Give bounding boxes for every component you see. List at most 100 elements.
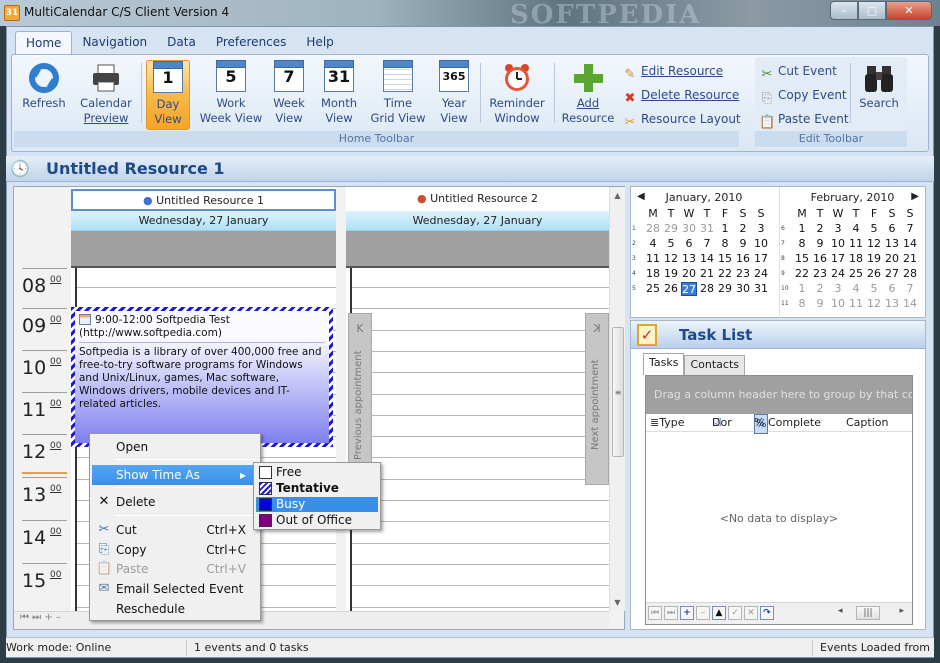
calendar-day[interactable]: 9 bbox=[735, 237, 751, 251]
calendar-day[interactable]: 15 bbox=[717, 252, 733, 266]
minimize-button[interactable]: – bbox=[830, 1, 858, 20]
time-slot[interactable] bbox=[352, 268, 609, 288]
calendar-day[interactable]: 9 bbox=[812, 237, 828, 251]
copy-event-button[interactable]: ⎘ Copy Event bbox=[759, 84, 847, 106]
calendar-day[interactable]: 31 bbox=[699, 222, 715, 236]
time-slot[interactable] bbox=[352, 566, 609, 587]
calendar-day[interactable]: 29 bbox=[717, 282, 733, 296]
menu-item-cut[interactable]: ✂ Cut Ctrl+X bbox=[92, 520, 258, 540]
previous-appointment-button[interactable]: K Previous appointment bbox=[348, 313, 372, 485]
navigator-buttons[interactable]: ⏮ ⏭ + – bbox=[20, 612, 61, 623]
add-resource-button[interactable]: Add Resource bbox=[560, 60, 616, 130]
last-record-button[interactable]: ⏭ bbox=[664, 606, 678, 620]
cut-event-button[interactable]: ✂ Cut Event bbox=[759, 60, 837, 82]
time-slot[interactable] bbox=[352, 396, 609, 416]
edit-resource-button[interactable]: ✎ Edit Resource bbox=[622, 60, 724, 82]
calendar-day[interactable]: 25 bbox=[848, 267, 864, 281]
menu-item-copy[interactable]: ⎘ Copy Ctrl+C bbox=[92, 540, 258, 560]
search-button[interactable]: Search bbox=[855, 60, 903, 130]
calendar-day[interactable]: 23 bbox=[735, 267, 751, 281]
calendar-day[interactable]: 3 bbox=[753, 222, 769, 236]
calendar-day[interactable]: 5 bbox=[866, 282, 882, 296]
calendar-day[interactable]: 12 bbox=[866, 237, 882, 251]
time-slot[interactable] bbox=[352, 311, 609, 331]
prev-month-button[interactable]: ◀ bbox=[637, 191, 645, 202]
first-record-button[interactable]: ⏮ bbox=[648, 606, 662, 620]
calendar-day[interactable]: 2 bbox=[812, 222, 828, 236]
month-view-button[interactable]: 31 Month View bbox=[316, 60, 362, 130]
calendar-day[interactable]: 29 bbox=[663, 222, 679, 236]
edit-record-button[interactable]: ▲ bbox=[712, 606, 726, 620]
calendar-day[interactable]: 16 bbox=[735, 252, 751, 266]
calendar-day[interactable]: 22 bbox=[717, 267, 733, 281]
appointment[interactable]: 9:00-12:00 Softpedia Test (http://www.sof… bbox=[71, 307, 333, 447]
calendar-day[interactable]: 26 bbox=[663, 282, 679, 296]
calendar-day[interactable]: 19 bbox=[866, 252, 882, 266]
scroll-thumb[interactable]: ≡ bbox=[612, 327, 624, 457]
calendar-day[interactable]: 18 bbox=[848, 252, 864, 266]
all-day-area-2[interactable] bbox=[346, 231, 609, 268]
delete-resource-button[interactable]: ✖ Delete Resource bbox=[622, 84, 740, 106]
time-slot[interactable] bbox=[352, 460, 609, 480]
next-month-button[interactable]: ▶ bbox=[911, 191, 919, 202]
calendar-day[interactable]: 20 bbox=[681, 267, 697, 281]
calendar-day[interactable]: 31 bbox=[753, 282, 769, 296]
calendar-day[interactable]: 6 bbox=[884, 222, 900, 236]
resource-header-2[interactable]: ● Untitled Resource 2 bbox=[346, 189, 609, 211]
refresh-records-button[interactable]: ↷ bbox=[760, 606, 774, 620]
calendar-day[interactable]: 18 bbox=[645, 267, 661, 281]
time-slot[interactable] bbox=[352, 588, 609, 608]
tab-tasks[interactable]: Tasks bbox=[643, 353, 685, 375]
calendar-day[interactable]: 5 bbox=[663, 237, 679, 251]
calendar-day[interactable]: 6 bbox=[681, 237, 697, 251]
submenu-item-free[interactable]: Free bbox=[256, 465, 378, 480]
vertical-scrollbar[interactable]: ▲ ≡ ▼ bbox=[609, 187, 625, 611]
refresh-button[interactable]: Refresh bbox=[18, 60, 70, 130]
calendar-day[interactable]: 1 bbox=[794, 222, 810, 236]
calendar-day[interactable]: 11 bbox=[848, 297, 864, 311]
next-appointment-button[interactable]: K Next appointment bbox=[585, 313, 609, 485]
tab-data[interactable]: Data bbox=[157, 31, 206, 55]
calendar-day[interactable]: 8 bbox=[717, 237, 733, 251]
calendar-day[interactable]: 17 bbox=[753, 252, 769, 266]
calendar-day[interactable]: 9 bbox=[812, 297, 828, 311]
calendar-day[interactable]: 26 bbox=[866, 267, 882, 281]
time-slot[interactable] bbox=[352, 481, 609, 501]
time-slots-2[interactable] bbox=[346, 268, 609, 629]
calendar-day[interactable]: 25 bbox=[645, 282, 661, 296]
scroll-down-icon[interactable]: ▼ bbox=[610, 598, 625, 607]
calendar-day[interactable]: 22 bbox=[794, 267, 810, 281]
calendar-day[interactable]: 28 bbox=[699, 282, 715, 296]
calendar-day[interactable]: 3 bbox=[830, 222, 846, 236]
menu-item-open[interactable]: Open bbox=[92, 437, 258, 457]
calendar-day[interactable]: 28 bbox=[902, 267, 918, 281]
delete-record-button[interactable]: – bbox=[696, 606, 710, 620]
time-slot[interactable] bbox=[352, 545, 609, 565]
calendar-day[interactable]: 24 bbox=[830, 267, 846, 281]
calendar-day[interactable]: 27 bbox=[681, 282, 697, 296]
calendar-day[interactable]: 30 bbox=[681, 222, 697, 236]
calendar-day[interactable]: 24 bbox=[753, 267, 769, 281]
calendar-day[interactable]: 21 bbox=[902, 252, 918, 266]
column-type[interactable]: ≣ Type bbox=[650, 414, 684, 432]
time-slot[interactable] bbox=[352, 375, 609, 395]
calendar-day[interactable]: 12 bbox=[663, 252, 679, 266]
calendar-day[interactable]: 8 bbox=[794, 297, 810, 311]
day-view-button[interactable]: 1 Day View bbox=[146, 60, 190, 130]
calendar-day[interactable]: 1 bbox=[794, 282, 810, 296]
resource-header-1[interactable]: ● Untitled Resource 1 bbox=[71, 189, 336, 211]
year-view-button[interactable]: 365 Year View bbox=[434, 60, 474, 130]
time-slot[interactable] bbox=[352, 524, 609, 544]
time-slot[interactable] bbox=[352, 332, 609, 352]
time-slot[interactable] bbox=[352, 289, 609, 310]
calendar-day[interactable]: 11 bbox=[848, 237, 864, 251]
calendar-day[interactable]: 30 bbox=[735, 282, 751, 296]
tab-help[interactable]: Help bbox=[296, 31, 343, 55]
calendar-preview-button[interactable]: Calendar Preview bbox=[76, 60, 136, 130]
calendar-day[interactable]: 21 bbox=[699, 267, 715, 281]
calendar-day[interactable]: 4 bbox=[848, 222, 864, 236]
paste-event-button[interactable]: 📋 Paste Event bbox=[759, 108, 849, 130]
calendar-day[interactable]: 10 bbox=[753, 237, 769, 251]
calendar-day[interactable]: 4 bbox=[848, 282, 864, 296]
calendar-day[interactable]: 1 bbox=[717, 222, 733, 236]
